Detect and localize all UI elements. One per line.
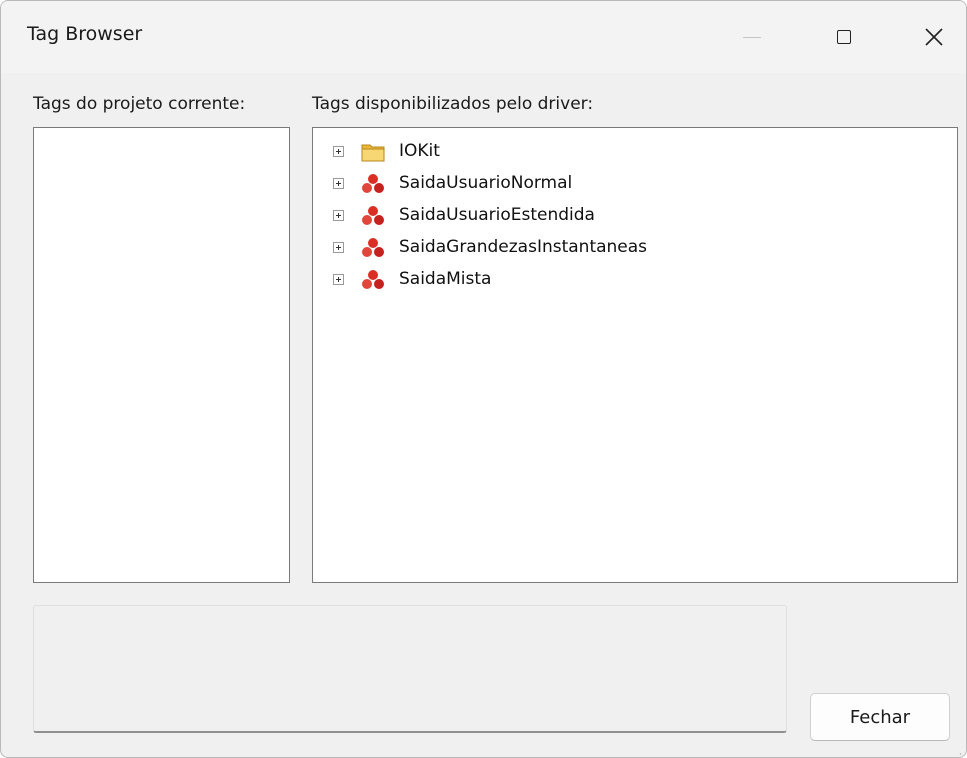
tree-node-label: SaidaUsuarioEstendida	[399, 205, 595, 225]
driver-tags-tree[interactable]: IOKit SaidaUsuarioNormal SaidaUsuarioEst…	[312, 127, 958, 583]
tag-browser-window: Tag Browser Tags do projeto corrente: Ta…	[0, 0, 967, 758]
resize-grip-icon[interactable]	[954, 745, 962, 755]
tree-node-label: SaidaGrandezasInstantaneas	[399, 237, 648, 257]
tag-group-icon	[361, 173, 385, 195]
expand-plus-icon[interactable]	[333, 242, 344, 253]
project-tags-label: Tags do projeto corrente:	[33, 94, 246, 114]
tag-group-icon	[361, 205, 385, 227]
title-bar[interactable]: Tag Browser	[1, 1, 966, 73]
window-title: Tag Browser	[27, 23, 143, 45]
tree-node-saida-mista[interactable]: SaidaMista	[313, 264, 957, 296]
minimize-icon	[743, 36, 761, 38]
tree-view: IOKit SaidaUsuarioNormal SaidaUsuarioEst…	[313, 128, 957, 296]
maximize-icon	[837, 30, 851, 44]
tree-node-saida-usuario-estendida[interactable]: SaidaUsuarioEstendida	[313, 200, 957, 232]
maximize-button[interactable]	[799, 1, 889, 73]
expand-plus-icon[interactable]	[333, 274, 344, 285]
minimize-button[interactable]	[707, 1, 797, 73]
expand-plus-icon[interactable]	[333, 210, 344, 221]
expand-plus-icon[interactable]	[333, 146, 344, 157]
tree-node-iokit[interactable]: IOKit	[313, 136, 957, 168]
info-panel	[33, 605, 787, 733]
tag-group-icon	[361, 269, 385, 291]
tree-node-label: SaidaUsuarioNormal	[399, 173, 573, 193]
tree-node-saida-grandezas-instantaneas[interactable]: SaidaGrandezasInstantaneas	[313, 232, 957, 264]
folder-icon	[361, 141, 385, 163]
project-tags-list[interactable]	[33, 127, 290, 583]
close-window-button[interactable]	[889, 1, 966, 73]
tree-node-label: SaidaMista	[399, 269, 492, 289]
driver-tags-label: Tags disponibilizados pelo driver:	[312, 94, 594, 114]
tree-node-label: IOKit	[399, 141, 440, 161]
tag-group-icon	[361, 237, 385, 259]
close-icon	[925, 28, 943, 46]
tree-node-saida-usuario-normal[interactable]: SaidaUsuarioNormal	[313, 168, 957, 200]
expand-plus-icon[interactable]	[333, 178, 344, 189]
close-button[interactable]: Fechar	[810, 693, 950, 741]
